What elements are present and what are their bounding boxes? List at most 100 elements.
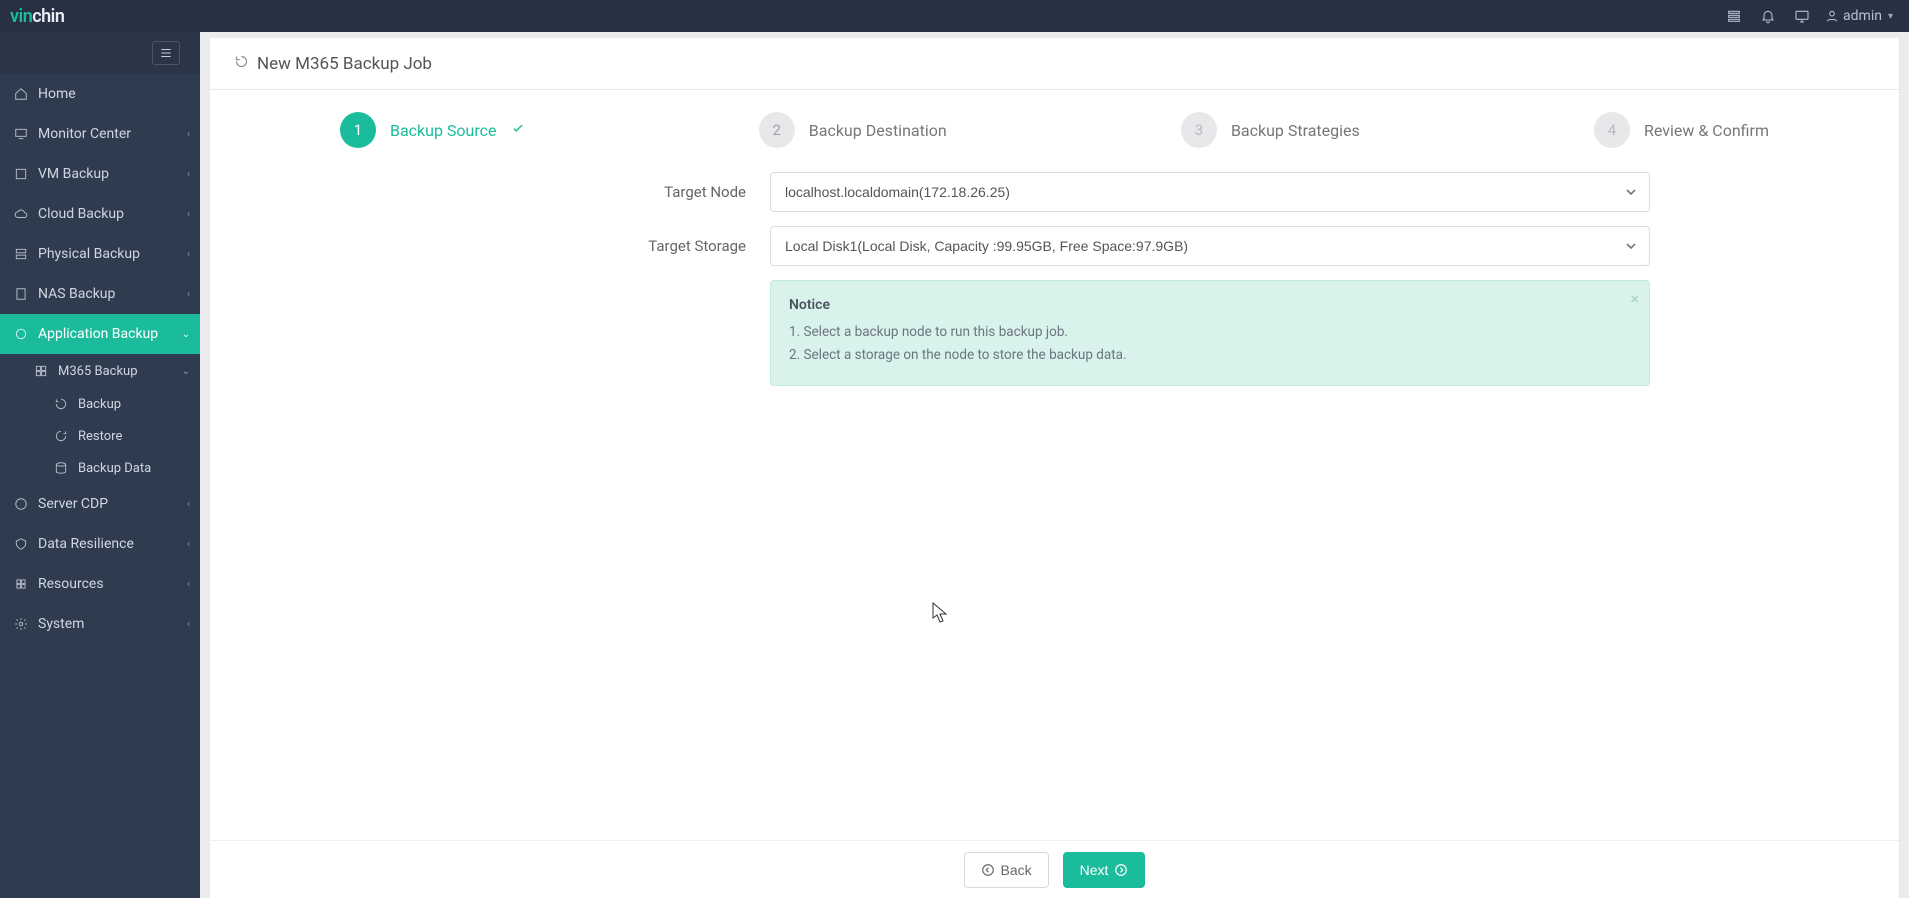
chevron-left-icon: ‹ [187,289,190,300]
back-label: Back [1001,862,1032,878]
arrow-left-icon [981,863,995,877]
resources-icon [10,577,32,591]
sidebar-item-label: Data Resilience [38,536,187,552]
step-backup-destination[interactable]: 2 Backup Destination [759,112,947,148]
sidebar-item-m365-backup[interactable]: M365 Backup ⌄ [0,354,200,388]
sidebar-item-label: Restore [78,429,190,444]
sidebar-item-label: Backup Data [78,461,190,476]
check-icon [511,121,525,139]
label-target-node: Target Node [210,183,770,201]
step-label: Backup Strategies [1231,121,1360,140]
row-target-node: Target Node localhost.localdomain(172.18… [210,172,1899,212]
sidebar-item-label: Backup [78,397,190,412]
form-area: Target Node localhost.localdomain(172.18… [210,166,1899,386]
sidebar-item-resources[interactable]: Resources ‹ [0,564,200,604]
gear-icon [10,617,32,631]
chevron-down-icon: ⌄ [182,329,190,340]
chevron-left-icon: ‹ [187,209,190,220]
sidebar-item-vm-backup[interactable]: VM Backup ‹ [0,154,200,194]
sidebar-item-cloud-backup[interactable]: Cloud Backup ‹ [0,194,200,234]
sidebar-item-label: Application Backup [38,326,182,342]
sidebar-item-server-cdp[interactable]: Server CDP ‹ [0,484,200,524]
chevron-down-icon: ▾ [1888,11,1893,22]
user-icon [1825,9,1839,23]
resilience-icon [10,537,32,551]
database-icon [50,461,72,475]
notice-box: × Notice 1. Select a backup node to run … [770,280,1650,386]
step-review-confirm[interactable]: 4 Review & Confirm [1594,112,1769,148]
sidebar-item-label: NAS Backup [38,286,187,302]
cloud-icon [10,207,32,221]
step-label: Backup Source [390,121,497,140]
chevron-left-icon: ‹ [187,619,190,630]
top-username: admin [1843,8,1882,24]
back-button[interactable]: Back [964,852,1049,888]
home-icon [10,87,32,101]
refresh-icon [234,54,249,73]
step-number: 4 [1594,112,1630,148]
vm-icon [10,167,32,181]
step-number: 2 [759,112,795,148]
brand-part2: chin [32,6,64,27]
step-label: Review & Confirm [1644,121,1769,140]
nas-icon [10,287,32,301]
step-number: 3 [1181,112,1217,148]
notice-line-2: 2. Select a storage on the node to store… [789,344,1631,367]
row-target-storage: Target Storage Local Disk1(Local Disk, C… [210,226,1899,266]
sidebar-item-home[interactable]: Home [0,74,200,114]
restore-icon [50,429,72,443]
chevron-down-icon: ⌄ [182,366,190,377]
next-label: Next [1080,862,1109,878]
step-label: Backup Destination [809,121,947,140]
panel-header: New M365 Backup Job [210,38,1899,90]
cdp-icon [10,497,32,511]
sidebar-item-label: VM Backup [38,166,187,182]
chevron-left-icon: ‹ [187,539,190,550]
bell-icon[interactable] [1751,0,1785,32]
screen-icon[interactable] [1785,0,1819,32]
sidebar-item-label: System [38,616,187,632]
select-target-storage[interactable]: Local Disk1(Local Disk, Capacity :99.95G… [770,226,1650,266]
sidebar-item-system[interactable]: System ‹ [0,604,200,644]
sidebar-item-application-backup[interactable]: Application Backup ⌄ [0,314,200,354]
page-title: New M365 Backup Job [257,54,432,74]
sidebar-top [0,32,200,74]
sidebar-toggle[interactable] [152,41,180,65]
wizard-footer: Back Next [210,840,1899,898]
sidebar-item-monitor-center[interactable]: Monitor Center ‹ [0,114,200,154]
step-backup-source[interactable]: 1 Backup Source [340,112,525,148]
tasks-icon[interactable] [1717,0,1751,32]
step-indicator: 1 Backup Source 2 Backup Destination 3 B… [210,90,1899,166]
sidebar-item-label: Resources [38,576,187,592]
sidebar-item-restore[interactable]: Restore [0,420,200,452]
sidebar-item-nas-backup[interactable]: NAS Backup ‹ [0,274,200,314]
main-area: New M365 Backup Job 1 Backup Source 2 Ba… [200,32,1909,898]
brand-part1: vin [10,6,32,27]
monitor-icon [10,127,32,141]
sidebar-item-data-resilience[interactable]: Data Resilience ‹ [0,524,200,564]
chevron-left-icon: ‹ [187,499,190,510]
chevron-left-icon: ‹ [187,129,190,140]
sidebar-item-label: M365 Backup [58,364,182,379]
app-icon [10,327,32,341]
step-backup-strategies[interactable]: 3 Backup Strategies [1181,112,1360,148]
chevron-left-icon: ‹ [187,169,190,180]
select-target-node[interactable]: localhost.localdomain(172.18.26.25) [770,172,1650,212]
step-number: 1 [340,112,376,148]
brand-logo: vinchin [10,6,64,27]
close-icon[interactable]: × [1630,289,1639,308]
sidebar-item-label: Physical Backup [38,246,187,262]
sidebar-item-label: Home [38,86,190,102]
notice-title: Notice [789,297,1631,313]
chevron-left-icon: ‹ [187,579,190,590]
sidebar-item-backup-data[interactable]: Backup Data [0,452,200,484]
arrow-right-icon [1114,863,1128,877]
sidebar-item-label: Cloud Backup [38,206,187,222]
server-icon [10,247,32,261]
topbar: vinchin admin ▾ [0,0,1909,32]
next-button[interactable]: Next [1063,852,1146,888]
sidebar-item-physical-backup[interactable]: Physical Backup ‹ [0,234,200,274]
notice-line-1: 1. Select a backup node to run this back… [789,321,1631,344]
top-user-menu[interactable]: admin ▾ [1819,8,1899,24]
sidebar-item-backup[interactable]: Backup [0,388,200,420]
